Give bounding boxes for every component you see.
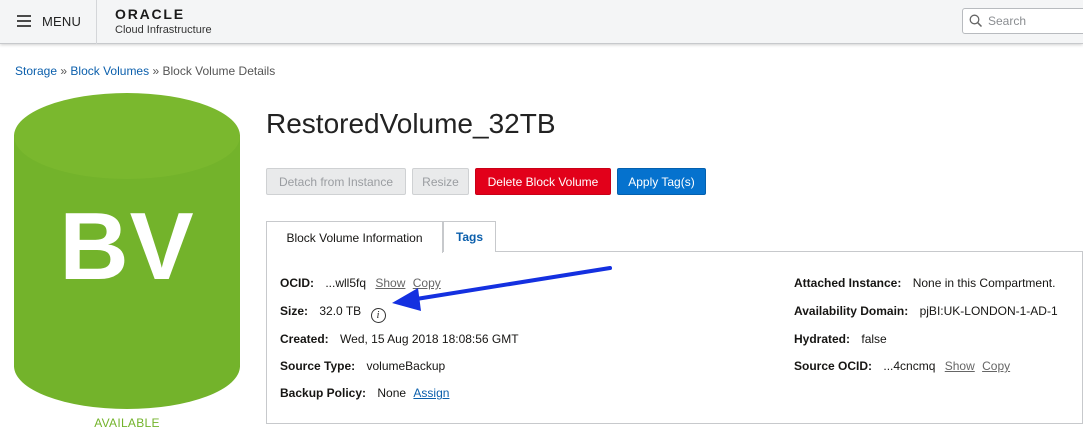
ocid-show-link[interactable]: Show	[375, 276, 405, 290]
volume-icon-text: BV	[59, 193, 195, 300]
hamburger-icon	[17, 15, 31, 27]
ocid-label: OCID:	[280, 276, 314, 290]
search-icon	[969, 14, 983, 28]
menu-button[interactable]: MENU	[0, 0, 97, 44]
page-title: RestoredVolume_32TB	[266, 108, 556, 139]
attached-instance-row: Attached Instance: None in this Compartm…	[794, 276, 1055, 290]
search-input[interactable]	[988, 12, 1083, 30]
tab-tags[interactable]: Tags	[443, 221, 496, 252]
source-type-row: Source Type: volumeBackup	[280, 359, 445, 373]
breadcrumb-separator: »	[152, 64, 160, 78]
size-value: 32.0 TB	[319, 304, 362, 318]
breadcrumb-block-volumes[interactable]: Block Volumes	[70, 64, 149, 78]
apply-tags-button[interactable]: Apply Tag(s)	[617, 168, 706, 195]
source-ocid-value: ...4cncmq	[883, 359, 936, 373]
size-row: Size: 32.0 TB i	[280, 304, 386, 323]
detach-from-instance-button[interactable]: Detach from Instance	[266, 168, 406, 195]
hydrated-label: Hydrated:	[794, 332, 851, 346]
created-row: Created: Wed, 15 Aug 2018 18:08:56 GMT	[280, 332, 519, 346]
hydrated-value: false	[861, 332, 887, 346]
delete-block-volume-button[interactable]: Delete Block Volume	[475, 168, 611, 195]
ocid-value: ...wll5fq	[325, 276, 367, 290]
brand-name: ORACLE	[115, 6, 185, 22]
backup-policy-row: Backup Policy: None Assign	[280, 386, 449, 400]
availability-domain-value: pjBI:UK-LONDON-1-AD-1	[919, 304, 1058, 318]
menu-label: MENU	[42, 14, 82, 29]
brand-subtitle: Cloud Infrastructure	[115, 24, 212, 36]
info-icon[interactable]: i	[370, 308, 386, 323]
top-bar: MENU ORACLE Cloud Infrastructure	[0, 0, 1083, 44]
breadcrumb-separator: »	[60, 64, 68, 78]
breadcrumb-current: Block Volume Details	[162, 64, 276, 78]
source-ocid-show-link[interactable]: Show	[945, 359, 975, 373]
search-box[interactable]	[962, 8, 1083, 34]
ocid-copy-link[interactable]: Copy	[413, 276, 441, 290]
backup-policy-label: Backup Policy:	[280, 386, 367, 400]
availability-domain-row: Availability Domain: pjBI:UK-LONDON-1-AD…	[794, 304, 1058, 318]
size-label: Size:	[280, 304, 309, 318]
source-type-label: Source Type:	[280, 359, 356, 373]
resize-button[interactable]: Resize	[412, 168, 469, 195]
created-label: Created:	[280, 332, 329, 346]
attached-instance-label: Attached Instance:	[794, 276, 902, 290]
cylinder-top	[14, 93, 240, 179]
source-ocid-row: Source OCID: ...4cncmq Show Copy	[794, 359, 1010, 373]
breadcrumb-storage[interactable]: Storage	[15, 64, 57, 78]
source-type-value: volumeBackup	[366, 359, 446, 373]
source-ocid-copy-link[interactable]: Copy	[982, 359, 1010, 373]
created-value: Wed, 15 Aug 2018 18:08:56 GMT	[340, 332, 519, 346]
block-volume-icon: BV	[14, 93, 240, 409]
assign-link[interactable]: Assign	[413, 386, 449, 400]
backup-policy-value: None	[377, 386, 407, 400]
breadcrumb: Storage » Block Volumes » Block Volume D…	[15, 64, 275, 78]
oracle-logo[interactable]: ORACLE Cloud Infrastructure	[115, 6, 212, 37]
attached-instance-value: None in this Compartment.	[912, 276, 1056, 290]
tab-block-volume-information[interactable]: Block Volume Information	[266, 221, 443, 253]
ocid-row: OCID: ...wll5fq Show Copy	[280, 276, 441, 290]
status-label: AVAILABLE	[94, 416, 160, 430]
availability-domain-label: Availability Domain:	[794, 304, 909, 318]
source-ocid-label: Source OCID:	[794, 359, 873, 373]
hydrated-row: Hydrated: false	[794, 332, 887, 346]
